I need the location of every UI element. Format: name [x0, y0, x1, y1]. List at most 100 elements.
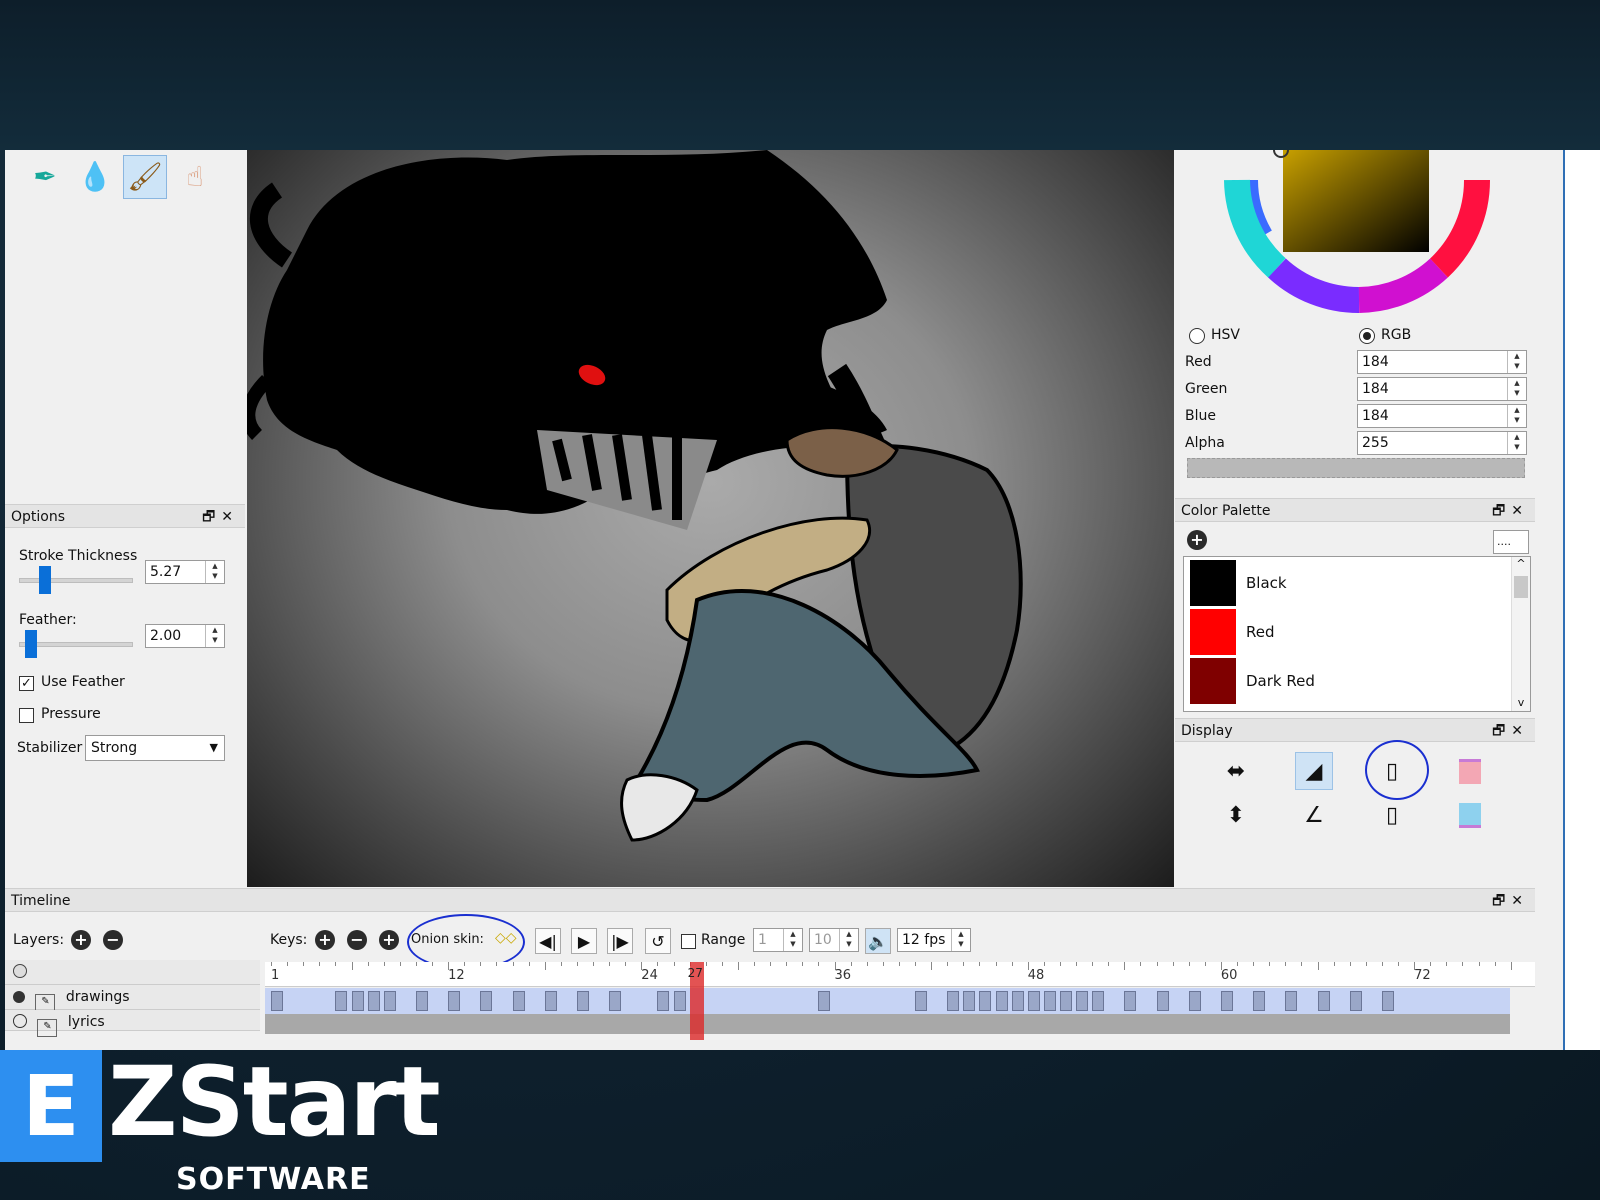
keyframe[interactable]	[576, 991, 589, 1011]
keyframe[interactable]	[609, 991, 622, 1011]
keyframe[interactable]	[1349, 991, 1362, 1011]
keyframe[interactable]	[367, 991, 380, 1011]
keyframe[interactable]	[1188, 991, 1201, 1011]
add-layer-icon[interactable]: +	[71, 930, 91, 950]
visibility-icon[interactable]	[13, 1014, 27, 1028]
green-input[interactable]: 184 ▲ ▼	[1357, 377, 1527, 401]
fps-spinner-icon[interactable]: ▲ ▼	[951, 929, 970, 951]
keyframe[interactable]	[335, 991, 348, 1011]
layer-row[interactable]: ✎ drawings	[5, 985, 260, 1012]
keyframe[interactable]	[383, 991, 396, 1011]
palette-dock-buttons[interactable]: 🗗✕	[1492, 499, 1529, 523]
red-spinner-icon[interactable]: ▲ ▼	[1507, 351, 1526, 373]
keyframe[interactable]	[657, 991, 670, 1011]
loop-icon[interactable]: ↺	[645, 928, 671, 954]
keyframe[interactable]	[947, 991, 960, 1011]
keyframe[interactable]	[818, 991, 831, 1011]
keyframe[interactable]	[1220, 991, 1233, 1011]
alpha-input[interactable]: 255 ▲ ▼	[1357, 431, 1527, 455]
alpha-spinner-icon[interactable]: ▲ ▼	[1507, 432, 1526, 454]
keyframe[interactable]	[1156, 991, 1169, 1011]
keyframe[interactable]	[1253, 991, 1266, 1011]
remove-layer-icon[interactable]: −	[103, 930, 123, 950]
keyframe[interactable]	[1285, 991, 1298, 1011]
flip-horizontal-icon[interactable]: ⬌	[1217, 752, 1255, 790]
play-icon[interactable]: ▶	[571, 928, 597, 954]
stroke-slider[interactable]	[19, 578, 133, 583]
keyframe[interactable]	[1043, 991, 1056, 1011]
keyframe[interactable]	[963, 991, 976, 1011]
camera-angle-icon[interactable]: ∠	[1295, 796, 1333, 834]
hand-icon[interactable]: ☝	[173, 155, 217, 199]
range-start-spinner-icon[interactable]: ▲ ▼	[783, 929, 802, 951]
range-end-input[interactable]: 10 ▲ ▼	[809, 928, 859, 952]
outline-icon[interactable]: ◢	[1295, 752, 1333, 790]
stroke-slider-thumb[interactable]	[39, 566, 52, 594]
palette-item[interactable]: Red	[1190, 608, 1275, 656]
visibility-all-icon[interactable]	[13, 964, 27, 978]
keyframe[interactable]	[1124, 991, 1137, 1011]
display-dock-buttons[interactable]: 🗗✕	[1492, 719, 1529, 743]
onion-next-color-icon[interactable]	[1451, 796, 1489, 834]
keyframe[interactable]	[448, 991, 461, 1011]
playhead[interactable]: 27	[688, 962, 704, 1040]
pressure-checkbox[interactable]	[19, 708, 34, 723]
hsv-radio[interactable]	[1189, 328, 1205, 344]
palette-scrollbar[interactable]: ^ v	[1511, 557, 1530, 711]
duplicate-key-icon[interactable]: +	[379, 930, 399, 950]
pen-icon[interactable]: ✒	[23, 155, 67, 199]
add-key-icon[interactable]: +	[315, 930, 335, 950]
onion-next-icon[interactable]: ▯	[1373, 796, 1411, 834]
keyframe[interactable]	[1059, 991, 1072, 1011]
keyframe[interactable]	[1092, 991, 1105, 1011]
keyframe[interactable]	[979, 991, 992, 1011]
feather-slider-thumb[interactable]	[24, 630, 37, 658]
keyframe[interactable]	[351, 991, 364, 1011]
drawing-canvas[interactable]	[247, 150, 1174, 887]
layer-track-lyrics[interactable]	[265, 1014, 1510, 1034]
keyframe[interactable]	[915, 991, 927, 1011]
blue-input[interactable]: 184 ▲ ▼	[1357, 404, 1527, 428]
keyframe[interactable]	[544, 991, 557, 1011]
stroke-spinner-icon[interactable]: ▲ ▼	[205, 561, 224, 583]
brush-icon[interactable]: 🖌	[123, 155, 167, 199]
rgb-radio[interactable]	[1359, 328, 1375, 344]
add-color-icon[interactable]: +	[1187, 530, 1207, 550]
onion-prev-color-icon[interactable]	[1451, 752, 1489, 790]
palette-item[interactable]: Dark Red	[1190, 657, 1315, 705]
keyframe[interactable]	[1011, 991, 1024, 1011]
keyframe[interactable]	[995, 991, 1008, 1011]
use-feather-checkbox[interactable]: ✓	[19, 676, 34, 691]
keyframe[interactable]	[1027, 991, 1040, 1011]
feather-input[interactable]: 2.00 ▲ ▼	[145, 624, 225, 648]
previous-frame-icon[interactable]: ◀|	[535, 928, 561, 954]
frame-ruler[interactable]: 1 12 24 36 48 60 72	[265, 962, 1535, 987]
keyframe[interactable]	[1317, 991, 1330, 1011]
keyframe[interactable]	[271, 991, 283, 1011]
keyframe[interactable]	[673, 991, 686, 1011]
layer-track-drawings[interactable]	[265, 988, 1510, 1014]
green-spinner-icon[interactable]: ▲ ▼	[1507, 378, 1526, 400]
range-start-input[interactable]: 1 ▲ ▼	[753, 928, 803, 952]
remove-key-icon[interactable]: −	[347, 930, 367, 950]
keyframe[interactable]	[1381, 991, 1394, 1011]
visibility-icon[interactable]	[13, 991, 25, 1003]
red-input[interactable]: 184 ▲ ▼	[1357, 350, 1527, 374]
next-frame-icon[interactable]: |▶	[607, 928, 633, 954]
color-wheel[interactable]	[1219, 150, 1499, 320]
sound-icon[interactable]: 🔈	[865, 928, 891, 954]
blue-spinner-icon[interactable]: ▲ ▼	[1507, 405, 1526, 427]
feather-spinner-icon[interactable]: ▲ ▼	[205, 625, 224, 647]
keyframe[interactable]	[415, 991, 428, 1011]
fps-input[interactable]: 12 fps ▲ ▼	[897, 928, 971, 952]
range-end-spinner-icon[interactable]: ▲ ▼	[839, 929, 858, 951]
options-dock-buttons[interactable]: 🗗✕	[202, 505, 239, 529]
stabilizer-select[interactable]: Strong ▼	[85, 735, 225, 761]
palette-menu-button[interactable]: ....	[1493, 530, 1529, 554]
eyedropper-icon[interactable]: 💧	[73, 155, 117, 199]
timeline-dock-buttons[interactable]: 🗗✕	[1492, 889, 1529, 913]
palette-item[interactable]: Black	[1190, 559, 1287, 607]
range-checkbox[interactable]	[681, 934, 696, 949]
keyframe[interactable]	[480, 991, 493, 1011]
keyframe[interactable]	[512, 991, 525, 1011]
